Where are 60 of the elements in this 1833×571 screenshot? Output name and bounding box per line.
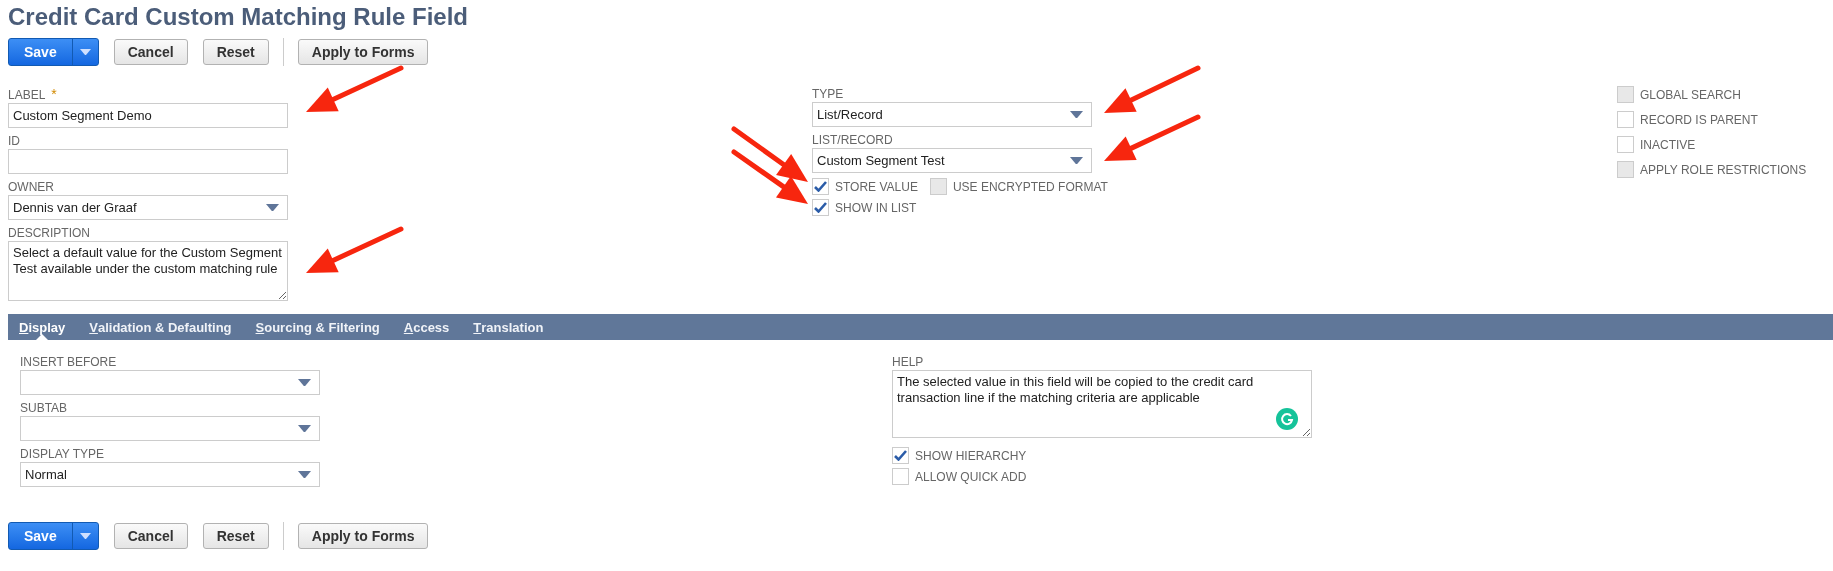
checkbox-label: INACTIVE bbox=[1640, 137, 1696, 152]
tab[interactable]: Sourcing & Filtering bbox=[255, 314, 380, 340]
field-label: INSERT BEFORE bbox=[20, 354, 117, 370]
toolbar-button[interactable]: Apply to Forms bbox=[297, 39, 429, 65]
caret-icon bbox=[298, 424, 311, 433]
dropdown[interactable]: Normal bbox=[20, 462, 320, 487]
dropdown[interactable]: List/Record bbox=[812, 102, 1092, 127]
text-area[interactable]: The selected value in this field will be copied to the credit card transaction line if the matching criteria are applicable bbox=[892, 370, 1312, 438]
input-field[interactable]: Custom Segment Demo bbox=[8, 103, 288, 128]
caret-icon bbox=[79, 532, 91, 540]
field-label: LIST/RECORD bbox=[812, 132, 893, 148]
dropdown[interactable]: Dennis van der Graaf bbox=[8, 195, 288, 220]
text-area[interactable]: Select a default value for the Custom Segment Test available under the custom matching rule bbox=[8, 241, 288, 301]
checkmark-icon bbox=[814, 181, 827, 192]
field-label: ID bbox=[8, 133, 20, 149]
checkbox[interactable] bbox=[892, 447, 909, 464]
caret-icon bbox=[298, 470, 311, 479]
toolbar-button[interactable]: Reset bbox=[202, 523, 269, 549]
field-label: OWNER bbox=[8, 179, 54, 195]
save-button[interactable]: Save bbox=[8, 522, 99, 550]
checkbox[interactable] bbox=[812, 178, 829, 195]
caret-icon bbox=[266, 203, 279, 212]
checkbox[interactable] bbox=[1617, 136, 1634, 153]
checkbox[interactable] bbox=[812, 199, 829, 216]
dropdown[interactable] bbox=[20, 416, 320, 441]
caret-icon bbox=[79, 48, 91, 56]
save-button[interactable]: Save bbox=[8, 38, 99, 66]
checkbox-label: RECORD IS PARENT bbox=[1640, 112, 1758, 127]
field-label: SUBTAB bbox=[20, 400, 68, 416]
checkbox[interactable] bbox=[1617, 111, 1634, 128]
field-label: LABEL * bbox=[8, 86, 57, 103]
checkbox-label: STORE VALUE bbox=[835, 179, 918, 194]
dropdown[interactable]: Custom Segment Test bbox=[812, 148, 1092, 173]
toolbar-button[interactable]: Cancel bbox=[113, 39, 188, 65]
checkbox-label: SHOW HIERARCHY bbox=[915, 448, 1027, 463]
checkbox-label: SHOW IN LIST bbox=[835, 200, 917, 215]
field-label: HELP bbox=[892, 354, 924, 370]
tab[interactable]: Display bbox=[19, 314, 66, 340]
checkmark-icon bbox=[894, 450, 907, 461]
tab[interactable]: Validation & Defaulting bbox=[89, 314, 232, 340]
page-title: Credit Card Custom Matching Rule Field bbox=[7, 2, 470, 31]
field-label: DESCRIPTION bbox=[8, 225, 90, 241]
toolbar-button[interactable]: Cancel bbox=[113, 523, 188, 549]
caret-icon bbox=[1070, 110, 1083, 119]
toolbar-button[interactable]: Reset bbox=[202, 39, 269, 65]
tab[interactable]: Translation bbox=[473, 314, 544, 340]
checkbox-label: GLOBAL SEARCH bbox=[1640, 87, 1741, 102]
dropdown[interactable] bbox=[20, 370, 320, 395]
checkbox-label: ALLOW QUICK ADD bbox=[915, 469, 1027, 484]
field-label: TYPE bbox=[812, 86, 844, 102]
checkmark-icon bbox=[814, 202, 827, 213]
caret-icon bbox=[298, 378, 311, 387]
tab[interactable]: Access bbox=[403, 314, 450, 340]
checkbox-label: USE ENCRYPTED FORMAT bbox=[952, 179, 1108, 194]
toolbar-button[interactable]: Apply to Forms bbox=[297, 523, 429, 549]
field-label: DISPLAY TYPE bbox=[20, 446, 105, 462]
checkbox[interactable] bbox=[892, 468, 909, 485]
checkbox-label: APPLY ROLE RESTRICTIONS bbox=[1640, 162, 1807, 177]
caret-icon bbox=[1070, 156, 1083, 165]
input-field[interactable] bbox=[8, 149, 288, 174]
